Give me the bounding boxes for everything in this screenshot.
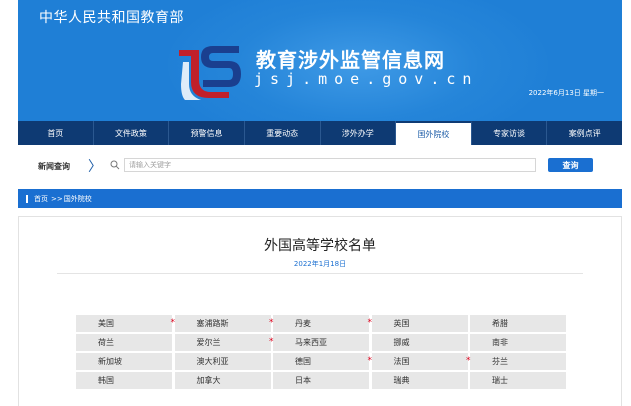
country-name: 德国 [295, 357, 311, 366]
country-item[interactable]: 挪威 [371, 334, 468, 351]
country-item[interactable]: * 塞浦路斯 [171, 315, 271, 332]
country-name: 英国 [393, 319, 410, 328]
asterisk-marker: * [269, 318, 274, 328]
country-item[interactable]: 荷兰 [76, 334, 172, 351]
main-nav: 首页 文件政策 预警信息 重要动态 涉外办学 国外院校 专家访谈 案例点评 [18, 121, 622, 145]
nav-item-news[interactable]: 重要动态 [245, 121, 321, 145]
asterisk-marker: * [466, 356, 471, 366]
country-name: 日本 [295, 376, 311, 385]
country-name: 瑞典 [393, 376, 410, 385]
article-panel: 外国高等学校名单 2022年1月18日 美国 * 塞浦路斯 * 丹麦 * 英国 希腊荷兰 爱尔兰… [18, 216, 622, 406]
breadcrumb-current[interactable]: 国外院校 [64, 194, 92, 204]
asterisk-marker: * [269, 337, 274, 347]
country-item[interactable]: 美国 [76, 315, 172, 332]
page-title: 外国高等学校名单 [264, 238, 376, 254]
country-item[interactable]: 日本 [273, 372, 369, 389]
country-item[interactable]: 加拿大 [174, 372, 271, 389]
country-name: 爱尔兰 [196, 338, 221, 347]
title-divider [57, 273, 583, 274]
site-logo-icon[interactable] [173, 40, 247, 102]
nav-item-policy[interactable]: 文件政策 [94, 121, 170, 145]
asterisk-marker: * [170, 318, 176, 328]
search-input[interactable] [124, 158, 536, 172]
country-name: 加拿大 [196, 376, 221, 385]
country-list: 美国 * 塞浦路斯 * 丹麦 * 英国 希腊荷兰 爱尔兰 * 马来西亚 挪威 南非新加坡 澳大利亚 德国 * 法… [76, 315, 566, 389]
current-date: 2022年6月13日 星期一 [528, 89, 604, 97]
country-item[interactable]: 韩国 [76, 372, 172, 389]
nav-item-interviews[interactable]: 专家访谈 [472, 121, 548, 145]
site-url: jsj.moe.gov.cn [254, 70, 479, 88]
country-item[interactable]: * 法国 [368, 353, 468, 370]
nav-item-foreign-schools[interactable]: 国外院校 [396, 121, 472, 145]
news-search-label: 新闻查询 [38, 162, 70, 171]
breadcrumb-home[interactable]: 首页 [34, 194, 48, 204]
country-item[interactable]: 希腊 [470, 315, 566, 332]
country-item[interactable]: * 芬兰 [466, 353, 566, 370]
country-name: 法国 [393, 357, 410, 366]
country-item[interactable]: 澳大利亚 [174, 353, 271, 370]
site-title: 教育涉外监管信息网 [256, 48, 445, 72]
country-name: 丹麦 [295, 319, 311, 328]
country-name: 塞浦路斯 [196, 319, 229, 328]
country-name: 南非 [492, 338, 508, 347]
country-item[interactable]: * 马来西亚 [269, 334, 369, 351]
asterisk-marker: * [367, 356, 373, 366]
search-bar: 新闻查询 〉 查询 [18, 150, 622, 181]
country-item[interactable]: * 英国 [368, 315, 468, 332]
country-name: 希腊 [492, 319, 508, 328]
search-icon [110, 160, 120, 170]
asterisk-marker: * [367, 318, 373, 328]
country-name: 挪威 [393, 338, 410, 347]
country-name: 瑞士 [492, 376, 508, 385]
nav-item-cooperation[interactable]: 涉外办学 [321, 121, 397, 145]
country-name: 荷兰 [98, 338, 114, 347]
header-banner: 中华人民共和国教育部 教育涉外监管信息网 jsj.moe.gov.cn 2022… [18, 0, 622, 121]
country-item[interactable]: 瑞士 [470, 372, 566, 389]
country-name: 澳大利亚 [196, 357, 229, 366]
chevron-right-icon: 〉 [88, 159, 102, 175]
country-name: 新加坡 [98, 357, 122, 366]
country-item[interactable]: 瑞典 [371, 372, 468, 389]
ministry-name[interactable]: 中华人民共和国教育部 [39, 7, 184, 27]
nav-item-home[interactable]: 首页 [18, 121, 94, 145]
breadcrumb-separator: >> [51, 194, 63, 203]
country-name: 马来西亚 [295, 338, 327, 347]
breadcrumb: 首页 >> 国外院校 [18, 189, 622, 208]
country-item[interactable]: * 丹麦 [269, 315, 369, 332]
breadcrumb-marker [26, 194, 28, 203]
article-date: 2022年1月18日 [293, 260, 347, 268]
nav-item-warnings[interactable]: 预警信息 [169, 121, 245, 145]
country-name: 芬兰 [492, 357, 508, 366]
nav-item-cases[interactable]: 案例点评 [547, 121, 622, 145]
country-item[interactable]: 爱尔兰 [174, 334, 271, 351]
country-item[interactable]: 德国 [273, 353, 369, 370]
country-name: 美国 [98, 319, 114, 328]
country-item[interactable]: 新加坡 [76, 353, 172, 370]
country-name: 韩国 [98, 376, 114, 385]
search-button[interactable]: 查询 [548, 158, 593, 172]
country-item[interactable]: 南非 [470, 334, 566, 351]
